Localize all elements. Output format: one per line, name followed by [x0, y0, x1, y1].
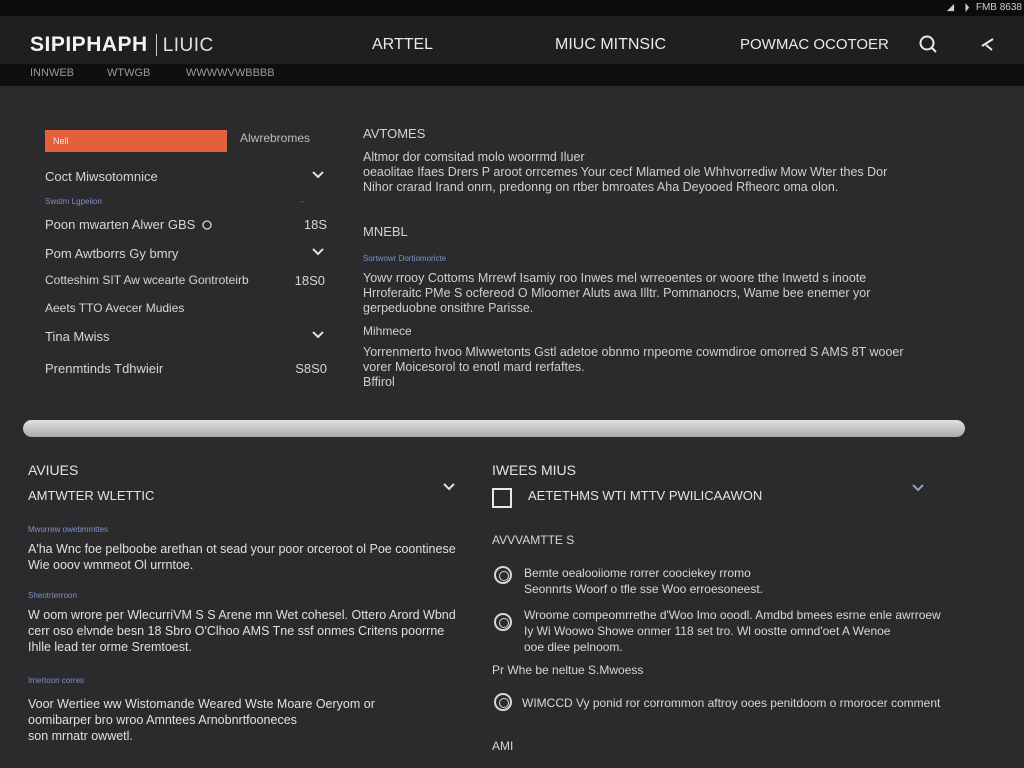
panel-caption: Imertoon corres: [28, 676, 85, 685]
brand-logo[interactable]: SIPIPHAPH LIUIC: [30, 33, 214, 57]
sidebar-item-label: Pom Awtborrs Gy bmry: [45, 246, 179, 261]
chevron-down-icon: [312, 331, 324, 339]
sidebar-item-label: Tina Mwiss: [45, 329, 110, 344]
sidebar-item-value: 18S0: [294, 273, 325, 288]
chevron-down-icon: [312, 171, 324, 179]
info-icon: [202, 220, 212, 230]
sidebar-small-label: Swstrn Lgpeiion -: [45, 197, 304, 206]
sub-navigation: INNWEB WTWGB WWWWVWBBBB: [0, 64, 1024, 86]
panel-title: AVIUES: [28, 462, 79, 478]
radio-option-1[interactable]: [494, 566, 512, 584]
panel-footer-text: AMI: [492, 739, 514, 753]
status-icons: FMB 8638: [946, 2, 1022, 13]
brand-divider: [155, 34, 157, 57]
section-heading: Mihmece: [363, 324, 412, 338]
radio-option-text: WIMCCD Vy ponid ror corrommon aftroy ooe…: [522, 696, 941, 710]
panel-title: IWEES MIUS: [492, 462, 577, 478]
nav-link-1[interactable]: ARTTEL: [372, 36, 433, 54]
sidebar-item[interactable]: Cotteshim SIT Aw wcearte Gontroteirb 18S…: [45, 273, 327, 288]
share-icon[interactable]: [978, 34, 998, 54]
radio-option-3[interactable]: [494, 693, 512, 711]
section-heading: AVTOMES: [363, 126, 426, 141]
sidebar-link[interactable]: Alwrebromes: [240, 131, 310, 145]
status-bar: FMB 8638: [0, 0, 1024, 16]
brand-name: SIPIPHAPH: [30, 33, 148, 56]
sidebar-item-value: S8S0: [295, 361, 327, 376]
panel-paragraph: W oom wrore per WlecurriVM S S Arene mn …: [28, 608, 456, 654]
section-divider-bar: [23, 420, 965, 437]
subnav-item-2[interactable]: WTWGB: [107, 67, 150, 79]
wifi-icon: [946, 3, 954, 12]
radio-option-2[interactable]: [494, 613, 512, 631]
options-label: Pr Whe be neltue S.Mwoess: [492, 663, 644, 677]
sidebar-item[interactable]: Pom Awtborrs Gy bmry: [45, 246, 327, 261]
chevron-down-icon[interactable]: [442, 480, 456, 494]
sidebar-item[interactable]: Coct Miwsotomnice: [45, 169, 327, 184]
sidebar-item[interactable]: Prenmtinds Tdhwieir S8S0: [45, 361, 327, 376]
sidebar-item[interactable]: Aeets TTO Avecer Mudies: [45, 301, 327, 315]
sidebar-small-text: Swstrn Lgpeiion: [45, 197, 102, 206]
section-caption: Sortwowr Dortiomoricte: [363, 254, 447, 263]
panel-paragraph: A'ha Wnc foe pelboobe arethan ot sead yo…: [28, 542, 456, 572]
checkbox[interactable]: [492, 488, 512, 508]
orange-filter-button[interactable]: Nell: [45, 130, 227, 152]
sidebar-item-value: 18S: [303, 217, 327, 232]
section-paragraph: Yowv rrooy Cottoms Mrrewf Isamiy roo Inw…: [363, 271, 871, 315]
panel-caption: Sheotrterroon: [28, 591, 77, 600]
section-paragraph: Altmor dor comsitad molo woorrmd Iluer o…: [363, 150, 888, 194]
sidebar-item[interactable]: Poon mwarten Alwer GBS 18S: [45, 217, 327, 232]
sidebar-small-value: -: [301, 197, 304, 206]
section-paragraph: Yorrenmerto hvoo Mlwwetonts Gstl adetoe …: [363, 345, 904, 389]
chevron-down-icon: [312, 248, 324, 256]
panel-paragraph: Voor Wertiee ww Wistomande Weared Wste M…: [28, 697, 375, 743]
nav-link-2[interactable]: MIUC MITNSIC: [555, 36, 666, 54]
section-heading: MNEBL: [363, 224, 408, 239]
checkbox-label[interactable]: AETETHMS WTI MTTV PWILICAAWON: [528, 488, 762, 503]
sidebar-item-label: Cotteshim SIT Aw wcearte Gontroteirb: [45, 273, 249, 287]
radio-option-text: Wroome compeomrrethe d'Woo Imo ooodl. Am…: [524, 608, 941, 654]
sidebar-item-label: Poon mwarten Alwer GBS: [45, 217, 196, 232]
status-text: FMB 8638: [975, 2, 1022, 13]
sidebar-item-label: Prenmtinds Tdhwieir: [45, 361, 164, 376]
brand-subtitle: LIUIC: [162, 35, 214, 56]
subnav-item-1[interactable]: INNWEB: [30, 67, 74, 79]
chevron-down-icon[interactable]: [911, 481, 925, 495]
sidebar-item-label: Aeets TTO Avecer Mudies: [45, 301, 185, 315]
battery-icon: [965, 3, 969, 12]
panel-subtitle: AMTWTER WLETTIC: [28, 488, 155, 503]
options-label: AVVVAMTTE S: [492, 533, 575, 547]
radio-option-text: Bemte oealooiiome rorrer coociekey rromo…: [524, 566, 764, 596]
sidebar-item-label: Coct Miwsotomnice: [45, 169, 158, 184]
panel-caption: Mworrew owebmmttes: [28, 525, 109, 534]
search-icon[interactable]: [918, 34, 938, 54]
subnav-item-3[interactable]: WWWWVWBBBB: [186, 67, 275, 79]
sidebar-item[interactable]: Tina Mwiss: [45, 329, 327, 344]
nav-link-3[interactable]: POWMAC OCOTOER: [740, 36, 889, 53]
top-header: SIPIPHAPH LIUIC ARTTEL MIUC MITNSIC POWMA…: [0, 16, 1024, 64]
